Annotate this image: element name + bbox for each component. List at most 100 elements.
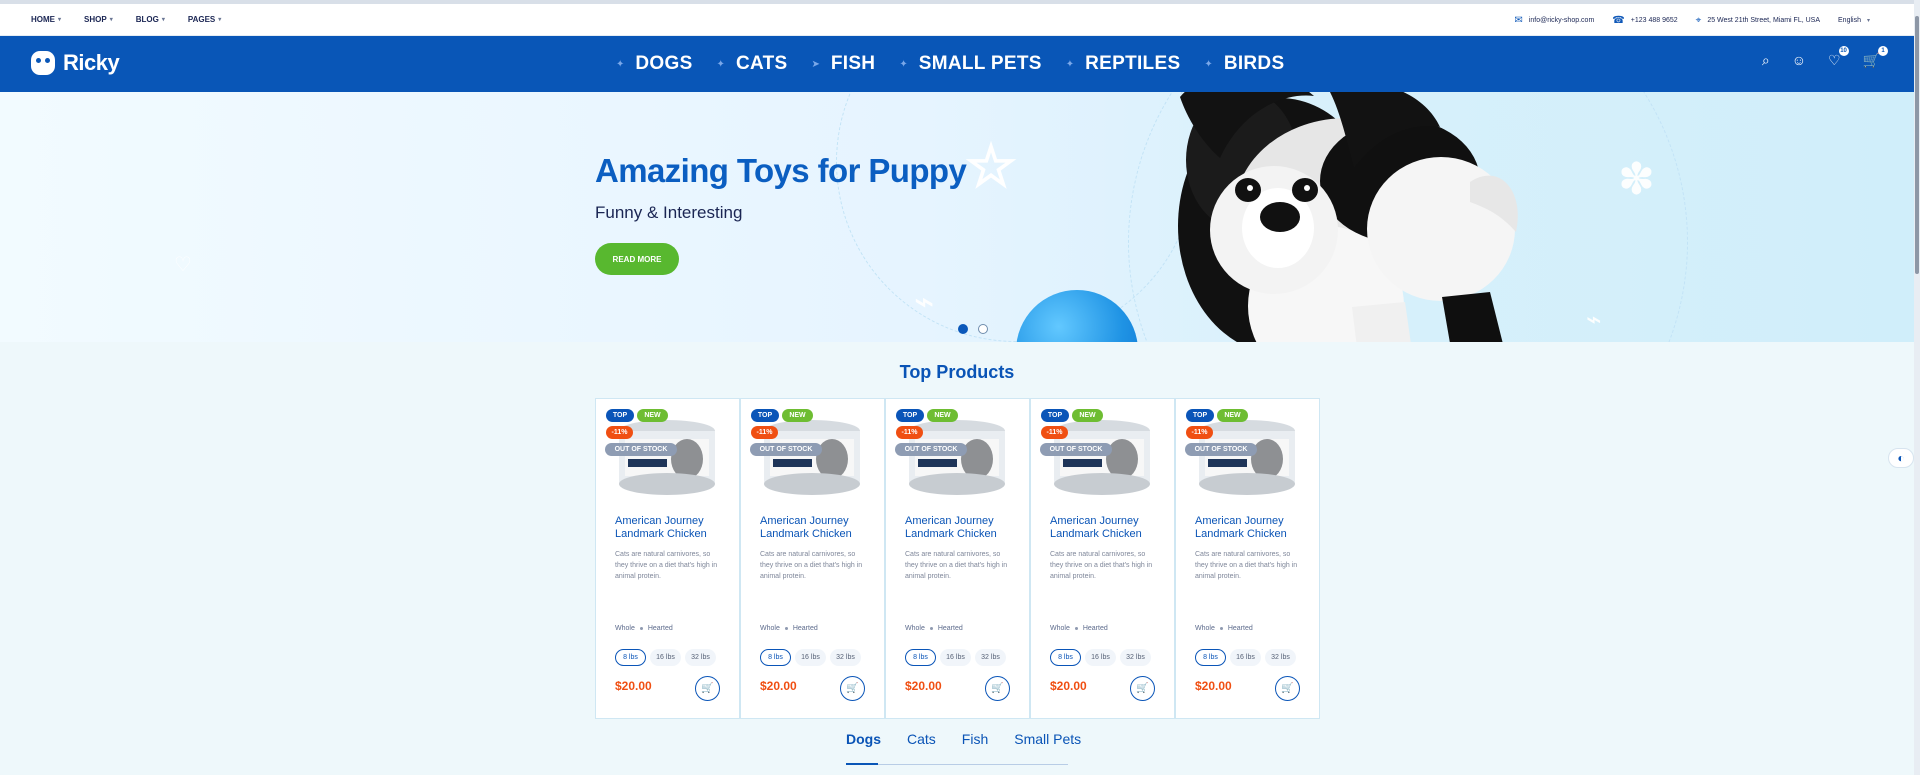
phone-contact[interactable]: ☎ +123 488 9652 (1612, 15, 1677, 26)
top-nav-shop-label: SHOP (84, 15, 107, 24)
weight-option[interactable]: 32 lbs (1265, 649, 1296, 666)
out-of-stock-badge: OUT OF STOCK (605, 443, 677, 456)
product-type-2: Hearted (1227, 625, 1253, 632)
top-badge: TOP (1186, 409, 1214, 422)
slider-dots (958, 324, 988, 334)
slider-dot-1[interactable] (958, 324, 968, 334)
tab-small-pets[interactable]: Small Pets (1014, 731, 1081, 747)
weight-options: 8 lbs 16 lbs 32 lbs (615, 649, 716, 666)
product-type: Whole Hearted (760, 625, 818, 632)
weight-option[interactable]: 16 lbs (795, 649, 826, 666)
tab-fish[interactable]: Fish (962, 731, 988, 747)
top-nav-shop[interactable]: SHOP ▾ (84, 15, 113, 24)
product-card[interactable]: TOP NEW -11% OUT OF STOCK American Journ… (595, 398, 740, 719)
product-price: $20.00 (905, 679, 942, 693)
tab-dogs[interactable]: Dogs (846, 731, 881, 747)
new-badge: NEW (782, 409, 813, 422)
phone-text: +123 488 9652 (1630, 17, 1678, 24)
add-to-cart-button[interactable]: 🛒 (1130, 676, 1155, 701)
product-name[interactable]: American Journey Landmark Chicken (615, 515, 725, 541)
product-card[interactable]: TOP NEW -11% OUT OF STOCK American Journ… (740, 398, 885, 719)
product-card[interactable]: TOP NEW -11% OUT OF STOCK American Journ… (1030, 398, 1175, 719)
wishlist-button[interactable]: ♡ 10 (1828, 46, 1849, 68)
floating-help-button[interactable]: ◐ (1888, 448, 1914, 468)
weight-option[interactable]: 8 lbs (615, 649, 646, 666)
scrollbar[interactable] (1914, 0, 1920, 775)
slider-dot-2[interactable] (978, 324, 988, 334)
product-type: Whole Hearted (615, 625, 673, 632)
top-nav-pages[interactable]: PAGES ▾ (188, 15, 221, 24)
product-description: Cats are natural carnivores, so they thr… (760, 551, 863, 580)
weight-option[interactable]: 8 lbs (760, 649, 791, 666)
read-more-button[interactable]: READ MORE (595, 243, 679, 275)
active-tab-indicator (846, 763, 878, 765)
tab-cats[interactable]: Cats (907, 731, 936, 747)
discount-badge: -11% (896, 426, 923, 439)
bone-icon: ⌁ (914, 283, 935, 321)
add-to-cart-button[interactable]: 🛒 (985, 676, 1010, 701)
product-type: Whole Hearted (905, 625, 963, 632)
out-of-stock-badge: OUT OF STOCK (750, 443, 822, 456)
weight-option[interactable]: 16 lbs (940, 649, 971, 666)
main-navigation-bar: Ricky ✦ DOGS ✦ CATS ➤ FISH ✦ SMALL PETS ✦ REP… (0, 36, 1914, 92)
phone-icon: ☎ (1612, 15, 1625, 26)
weight-option[interactable]: 32 lbs (975, 649, 1006, 666)
category-label: DOGS (635, 53, 693, 74)
category-cats[interactable]: ✦ CATS (717, 53, 788, 75)
top-badge: TOP (606, 409, 634, 422)
category-label: FISH (830, 53, 876, 74)
product-name[interactable]: American Journey Landmark Chicken (905, 515, 1015, 541)
dog-icon: ✦ (616, 58, 625, 70)
top-badge: TOP (896, 409, 924, 422)
paw-icon: ✽ (1618, 155, 1655, 204)
fish-icon: ➤ (811, 58, 820, 70)
category-label: BIRDS (1223, 53, 1285, 74)
account-button[interactable]: ☺ (1792, 52, 1806, 68)
product-type-2: Hearted (792, 625, 818, 632)
separator-dot (1219, 627, 1223, 630)
mail-icon: ✉ (1514, 15, 1523, 26)
product-price: $20.00 (615, 679, 652, 693)
product-type: Whole Hearted (1050, 625, 1108, 632)
category-reptiles[interactable]: ✦ REPTILES (1066, 53, 1181, 75)
category-small-pets[interactable]: ✦ SMALL PETS (899, 53, 1041, 75)
weight-option[interactable]: 8 lbs (905, 649, 936, 666)
category-dogs[interactable]: ✦ DOGS (616, 53, 693, 75)
add-to-cart-button[interactable]: 🛒 (840, 676, 865, 701)
product-type-2: Hearted (647, 625, 673, 632)
weight-option[interactable]: 8 lbs (1050, 649, 1081, 666)
small-pets-icon: ✦ (899, 58, 908, 70)
top-nav-blog[interactable]: BLOG ▾ (136, 15, 165, 24)
language-selector[interactable]: English ▾ (1838, 17, 1870, 24)
top-nav-home[interactable]: HOME ▾ (31, 15, 61, 24)
weight-option[interactable]: 16 lbs (1230, 649, 1261, 666)
cart-button[interactable]: 🛒 1 (1862, 46, 1888, 68)
product-type: Whole Hearted (1195, 625, 1253, 632)
product-card[interactable]: TOP NEW -11% OUT OF STOCK American Journ… (1175, 398, 1320, 719)
cart-icon: 🛒 (1862, 52, 1880, 68)
separator-dot (929, 627, 933, 630)
product-card[interactable]: TOP NEW -11% OUT OF STOCK American Journ… (885, 398, 1030, 719)
address-text: 25 West 21th Street, Miami FL, USA (1707, 17, 1821, 24)
weight-option[interactable]: 32 lbs (1120, 649, 1151, 666)
search-button[interactable]: ⌕ (1762, 52, 1770, 68)
category-label: SMALL PETS (918, 53, 1042, 74)
weight-option[interactable]: 16 lbs (650, 649, 681, 666)
chevron-down-icon: ▾ (58, 17, 62, 23)
weight-option[interactable]: 16 lbs (1085, 649, 1116, 666)
weight-option[interactable]: 32 lbs (830, 649, 861, 666)
category-birds[interactable]: ✦ BIRDS (1204, 53, 1284, 75)
weight-option[interactable]: 32 lbs (685, 649, 716, 666)
email-contact[interactable]: ✉ info@ricky-shop.com (1514, 15, 1594, 26)
brand-logo[interactable]: Ricky (31, 50, 120, 76)
contact-info: ✉ info@ricky-shop.com ☎ +123 488 9652 ⌖ 25 … (1514, 15, 1870, 26)
add-to-cart-button[interactable]: 🛒 (1275, 676, 1300, 701)
weight-option[interactable]: 8 lbs (1195, 649, 1226, 666)
product-name[interactable]: American Journey Landmark Chicken (760, 515, 870, 541)
scrollbar-thumb[interactable] (1915, 16, 1919, 274)
category-fish[interactable]: ➤ FISH (811, 53, 875, 75)
product-description: Cats are natural carnivores, so they thr… (905, 551, 1008, 580)
add-to-cart-button[interactable]: 🛒 (695, 676, 720, 701)
product-name[interactable]: American Journey Landmark Chicken (1050, 515, 1160, 541)
product-name[interactable]: American Journey Landmark Chicken (1195, 515, 1305, 541)
